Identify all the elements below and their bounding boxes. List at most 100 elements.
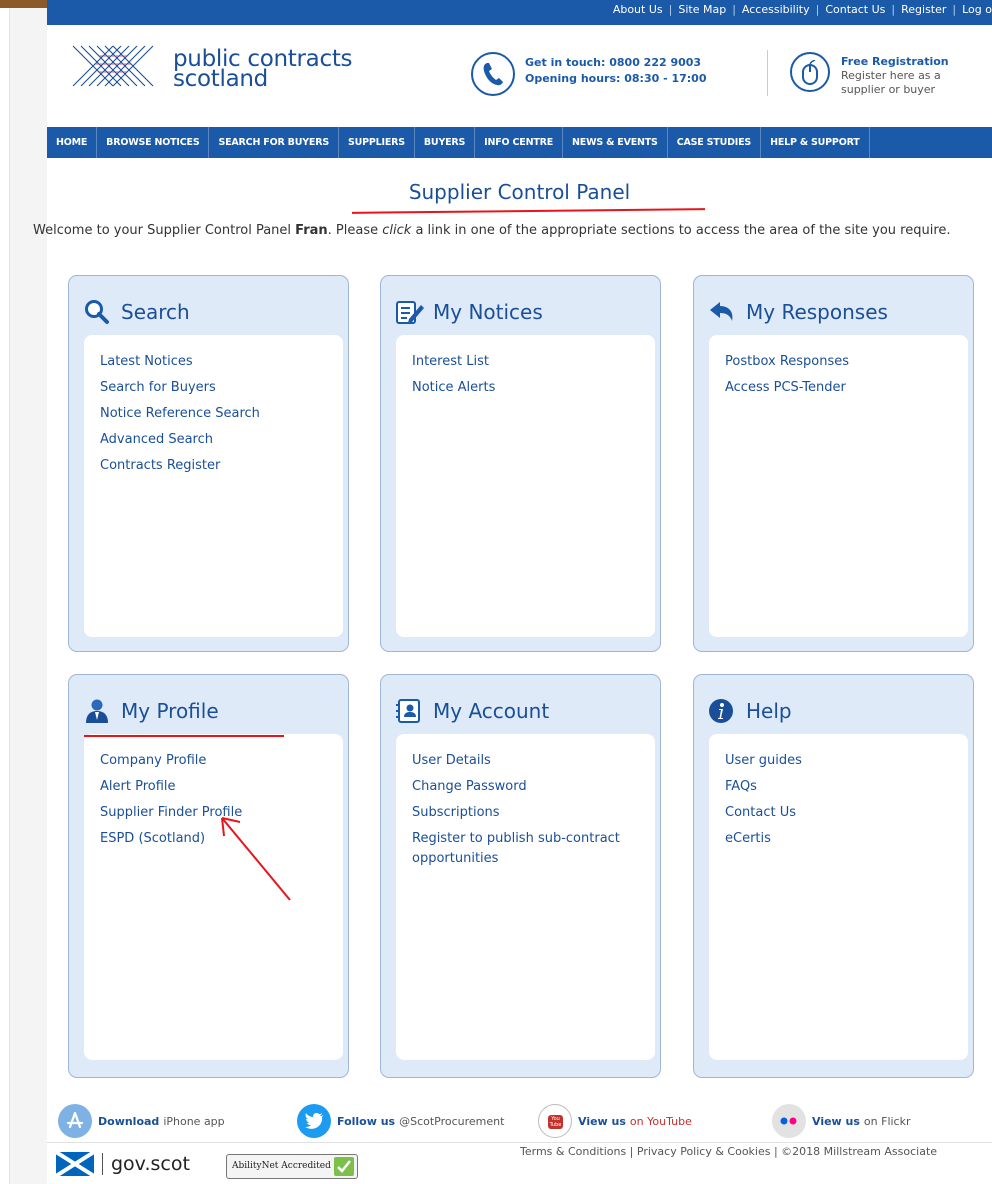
abilitynet-text: AbilityNet Accredited [232,1161,331,1171]
flickr-icon [772,1104,806,1138]
contact-hours: Opening hours: 08:30 - 17:00 [525,72,707,85]
footer-iphone-bold: Download [98,1114,160,1128]
footer-twitter-rest: @ScotProcurement [399,1114,505,1128]
link-postbox-responses[interactable]: Postbox Responses [725,349,952,375]
logo-text[interactable]: public contracts scotland [173,48,353,92]
notices-icon [395,299,425,325]
utility-link-accessibility[interactable]: Accessibility [742,3,810,16]
panel-account-body: User Details Change Password Subscriptio… [396,734,655,1060]
link-contracts-register[interactable]: Contracts Register [100,453,327,479]
nav-news-events[interactable]: NEWS & EVENTS [563,127,668,158]
panel-my-responses: My Responses Postbox Responses Access PC… [693,275,974,652]
panel-notices-body: Interest List Notice Alerts [396,335,655,637]
panel-search-body: Latest Notices Search for Buyers Notice … [84,335,343,637]
page-title: Supplier Control Panel [408,180,631,204]
footer-legal: Terms & Conditions | Privacy Policy & Co… [520,1145,938,1158]
main-nav: HOME BROWSE NOTICES SEARCH FOR BUYERS SU… [47,127,992,158]
panel-profile-header: My Profile [83,691,219,731]
mouse-icon[interactable] [790,52,830,92]
nav-case-studies[interactable]: CASE STUDIES [668,127,762,158]
govscot-text: gov.scot [102,1153,190,1175]
panel-account-title: My Account [433,699,550,723]
welcome-name: Fran [295,223,328,238]
annotation-arrow-icon [221,817,291,901]
utility-link-sitemap[interactable]: Site Map [678,3,726,16]
panel-responses-title: My Responses [746,300,888,324]
left-margin [0,8,10,1184]
panel-responses-header: My Responses [708,292,888,332]
link-company-profile[interactable]: Company Profile [100,748,327,774]
free-registration[interactable]: Free Registration Register here as a sup… [841,55,949,97]
panel-profile-title: My Profile [121,699,219,723]
panel-notices-title: My Notices [433,300,543,324]
link-change-password[interactable]: Change Password [412,774,639,800]
utility-bar: About Us | Site Map | Accessibility | Contact … [47,0,992,25]
link-search-for-buyers[interactable]: Search for Buyers [100,375,327,401]
link-faqs[interactable]: FAQs [725,774,952,800]
nav-buyers[interactable]: BUYERS [415,127,476,158]
info-icon [708,698,738,724]
welcome-post: a link in one of the appropriate section… [411,223,951,238]
govscot-logo[interactable]: gov.scot [56,1152,190,1176]
profile-icon [83,698,113,724]
reply-icon [708,299,738,325]
welcome-click: click [382,223,412,238]
nav-suppliers[interactable]: SUPPLIERS [339,127,415,158]
panel-help-body: User guides FAQs Contact Us eCertis [709,734,968,1060]
footer-flickr[interactable]: View us on Flickr [772,1104,911,1138]
nav-browse-notices[interactable]: BROWSE NOTICES [97,127,210,158]
link-user-details[interactable]: User Details [412,748,639,774]
contact-phone: Get in touch: 0800 222 9003 [525,56,702,69]
nav-home[interactable]: HOME [47,127,98,158]
checkmark-icon [333,1157,354,1176]
utility-link-about[interactable]: About Us [613,3,663,16]
nav-search-for-buyers[interactable]: SEARCH FOR BUYERS [209,127,339,158]
left-gutter [10,8,47,1184]
footer-youtube-bold: View us [578,1114,626,1128]
logo-line-2: scotland [173,66,268,92]
footer-twitter-bold: Follow us [337,1114,396,1128]
link-notice-reference-search[interactable]: Notice Reference Search [100,401,327,427]
saltire-flag-icon [56,1152,94,1176]
link-ecertis[interactable]: eCertis [725,826,952,852]
header-divider [767,50,768,96]
link-latest-notices[interactable]: Latest Notices [100,349,327,375]
link-subscriptions[interactable]: Subscriptions [412,800,639,826]
utility-link-contact[interactable]: Contact Us [825,3,885,16]
footer-iphone[interactable]: Download iPhone app [58,1104,225,1138]
panel-help-title: Help [746,699,792,723]
link-contact-us[interactable]: Contact Us [725,800,952,826]
twitter-icon [297,1104,331,1138]
footer-divider [47,1142,992,1143]
panel-account-header: My Account [395,691,549,731]
nav-help-support[interactable]: HELP & SUPPORT [761,127,870,158]
registration-line-1: Register here as a [841,69,941,82]
utility-links: About Us | Site Map | Accessibility | Contact … [612,3,992,16]
footer-twitter[interactable]: Follow us @ScotProcurement [297,1104,504,1138]
phone-icon [471,52,515,96]
welcome-mid: . Please [327,223,383,238]
footer-youtube[interactable]: You Tube View us on YouTube [538,1104,692,1138]
footer-flickr-rest: on Flickr [863,1114,911,1128]
registration-title[interactable]: Free Registration [841,55,949,69]
link-alert-profile[interactable]: Alert Profile [100,774,327,800]
link-user-guides[interactable]: User guides [725,748,952,774]
panel-search: Search Latest Notices Search for Buyers … [68,275,349,652]
svg-text:Tube: Tube [549,1122,562,1128]
utility-link-register[interactable]: Register [901,3,946,16]
panel-search-header: Search [83,292,190,332]
link-advanced-search[interactable]: Advanced Search [100,427,327,453]
link-access-pcs-tender[interactable]: Access PCS-Tender [725,375,952,401]
panel-help-header: Help [708,691,792,731]
link-register-sub-contract[interactable]: Register to publish sub-contract opportu… [412,826,639,872]
registration-line-2: supplier or buyer [841,83,936,96]
site-header: public contracts scotland Get in touch: … [47,25,992,115]
footer-youtube-rest: on YouTube [629,1114,692,1128]
utility-link-logout[interactable]: Log o [962,3,992,16]
nav-info-centre[interactable]: INFO CENTRE [475,127,564,158]
logo-saltire-icon[interactable] [69,42,157,88]
link-notice-alerts[interactable]: Notice Alerts [412,375,639,401]
abilitynet-badge[interactable]: AbilityNet Accredited [226,1154,358,1179]
search-icon [83,299,113,325]
link-interest-list[interactable]: Interest List [412,349,639,375]
